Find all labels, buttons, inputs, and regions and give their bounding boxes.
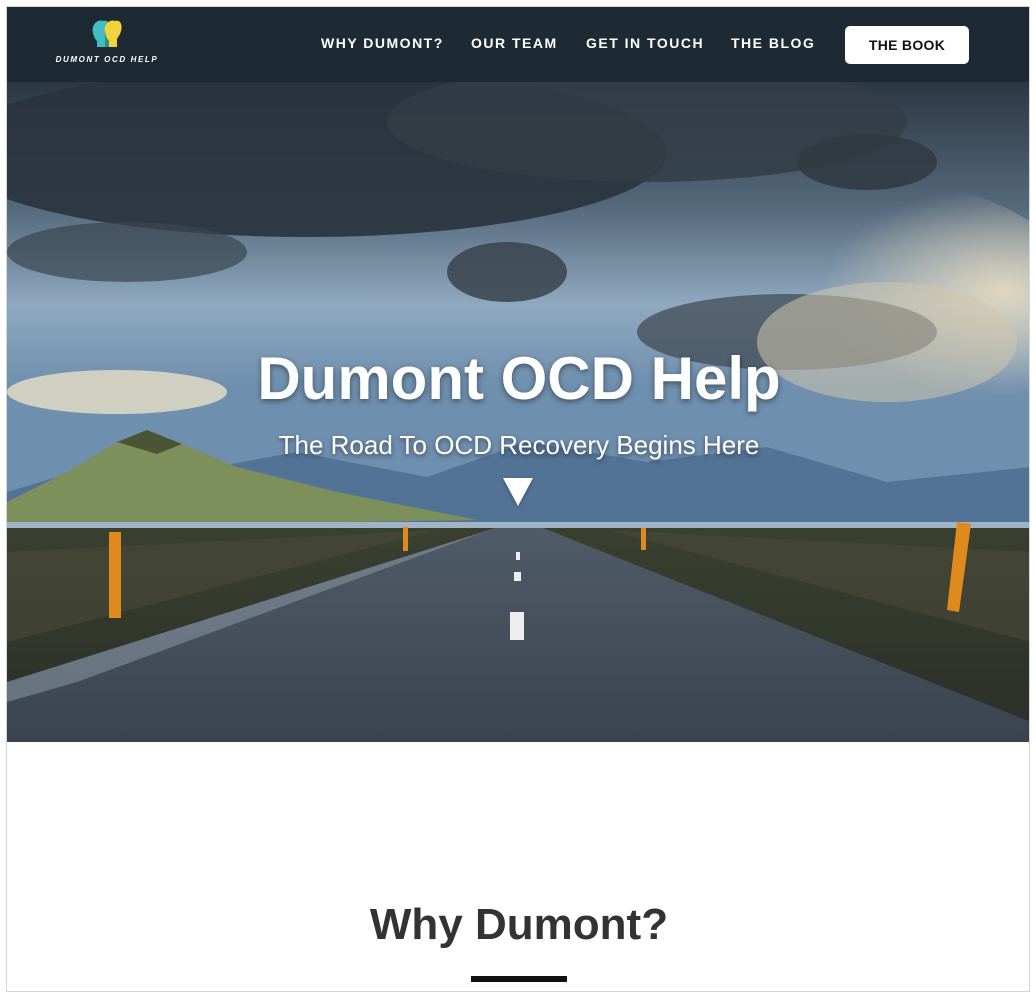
nav-link-the-blog[interactable]: THE BLOG [731, 35, 815, 51]
nav-link-our-team[interactable]: OUR TEAM [471, 35, 558, 51]
section-divider [471, 976, 567, 982]
page-frame: DUMONT OCD HELP WHY DUMONT? OUR TEAM GET… [6, 6, 1030, 992]
section-title-why-dumont: Why Dumont? [369, 900, 669, 949]
the-book-button[interactable]: THE BOOK [845, 26, 969, 64]
down-arrow-icon[interactable] [503, 478, 533, 506]
top-nav: DUMONT OCD HELP WHY DUMONT? OUR TEAM GET… [7, 7, 1029, 82]
nav-link-why-dumont[interactable]: WHY DUMONT? [321, 35, 444, 51]
hero-title: Dumont OCD Help [257, 345, 781, 412]
nav-link-get-in-touch[interactable]: GET IN TOUCH [586, 35, 704, 51]
logo-heads-icon [92, 20, 122, 47]
brand-name: DUMONT OCD HELP [55, 55, 159, 64]
brand-logo[interactable]: DUMONT OCD HELP [55, 17, 159, 67]
hero-banner: Dumont OCD Help The Road To OCD Recovery… [7, 82, 1029, 742]
hero-subtitle: The Road To OCD Recovery Begins Here [278, 430, 760, 460]
